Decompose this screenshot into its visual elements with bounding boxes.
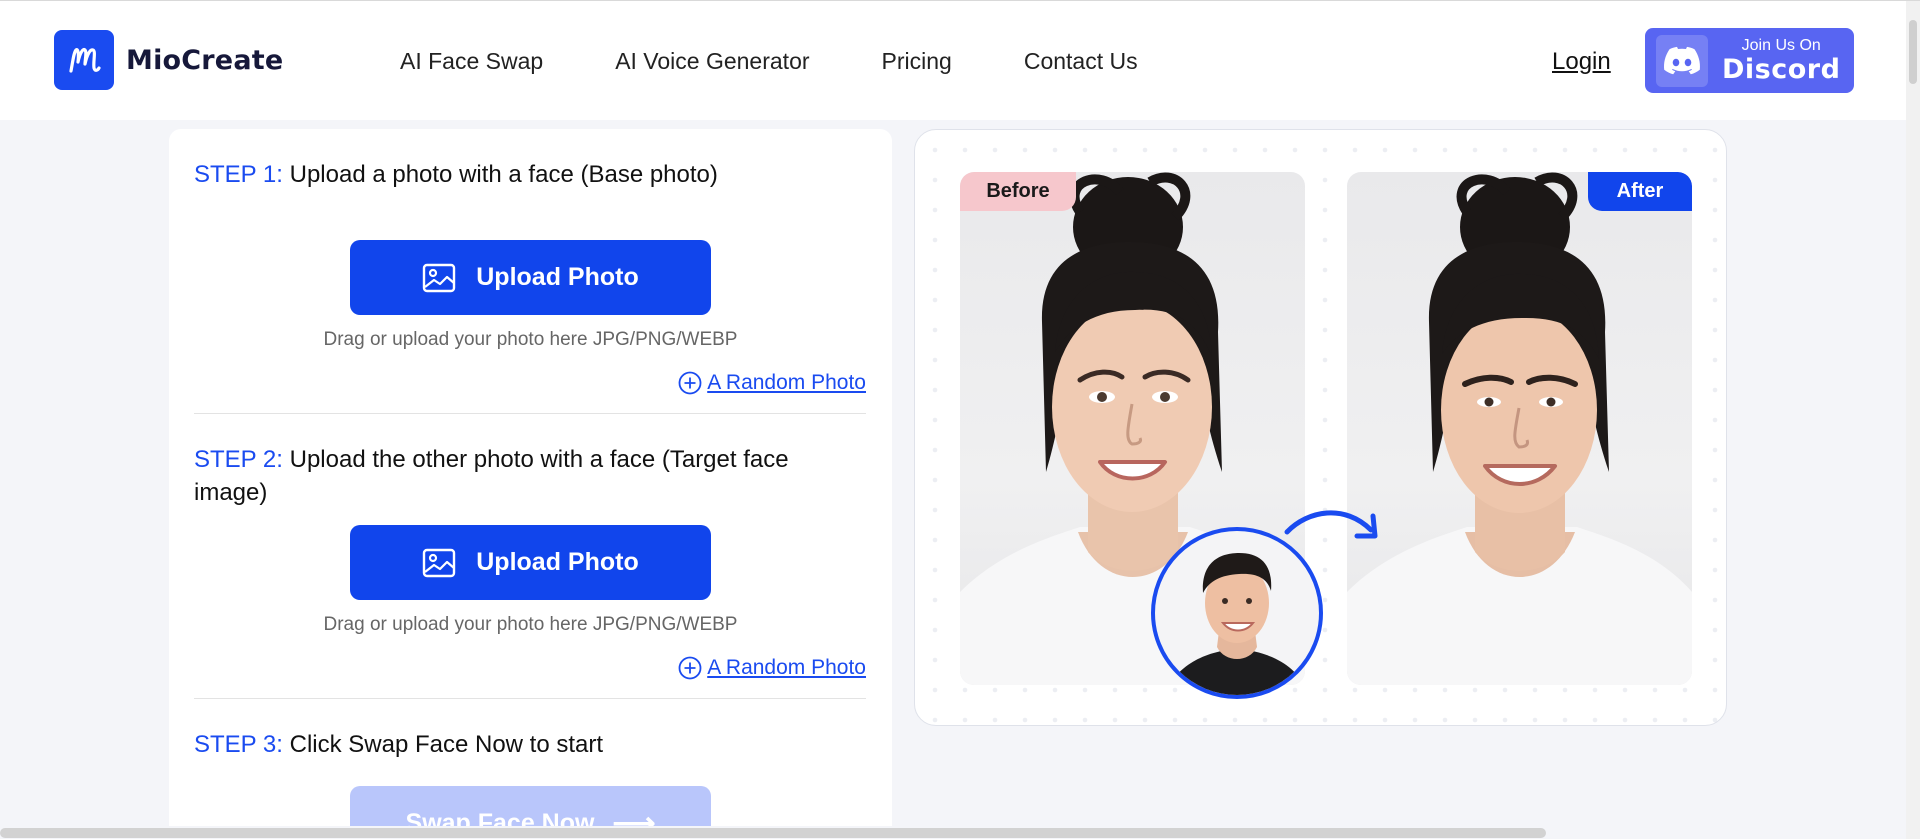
swapped-portrait-image: [1347, 172, 1692, 685]
image-icon: [422, 548, 456, 578]
step-2-number: STEP 2:: [194, 446, 283, 473]
before-tag: Before: [960, 172, 1076, 211]
plus-circle-icon: [678, 656, 702, 680]
nav-ai-voice-generator[interactable]: AI Voice Generator: [615, 48, 809, 75]
brand-logo[interactable]: MioCreate: [54, 30, 283, 90]
upload-hint: Drag or upload your photo here JPG/PNG/W…: [323, 614, 738, 635]
nav-ai-face-swap[interactable]: AI Face Swap: [400, 48, 543, 75]
brand-name: MioCreate: [126, 44, 284, 76]
upload-base-photo-button[interactable]: Upload Photo: [350, 240, 711, 315]
discord-button[interactable]: Join Us On Discord: [1645, 28, 1854, 93]
vertical-scrollbar[interactable]: [1906, 1, 1920, 839]
upload-button-label: Upload Photo: [476, 263, 639, 291]
main-nav: AI Face Swap AI Voice Generator Pricing …: [400, 48, 1210, 75]
site-header: MioCreate AI Face Swap AI Voice Generato…: [0, 1, 1906, 120]
preview-panel: Before After: [914, 129, 1727, 726]
discord-label-small: Join Us On: [1741, 37, 1821, 54]
upload-panel: STEP 1: Upload a photo with a face (Base…: [169, 129, 892, 839]
step-2-text: Upload the other photo with a face (Targ…: [194, 446, 789, 506]
random-photo-link[interactable]: A Random Photo: [678, 371, 866, 395]
plus-circle-icon: [678, 371, 702, 395]
step-1-heading: STEP 1: Upload a photo with a face (Base…: [194, 158, 866, 191]
after-tag: After: [1588, 172, 1692, 211]
random-photo-link[interactable]: A Random Photo: [678, 656, 866, 680]
target-face-image: [1151, 527, 1323, 699]
divider: [194, 413, 866, 414]
discord-label: Join Us On Discord: [1722, 37, 1841, 85]
step-1-number: STEP 1:: [194, 161, 283, 188]
upload-target-photo-button[interactable]: Upload Photo: [350, 525, 711, 600]
discord-label-big: Discord: [1722, 54, 1841, 85]
after-photo: After: [1347, 172, 1692, 685]
step-3-text: Click Swap Face Now to start: [282, 731, 604, 758]
step-3-number: STEP 3:: [194, 731, 283, 758]
nav-contact-us[interactable]: Contact Us: [1024, 48, 1138, 75]
miocreate-logo-icon: [54, 30, 114, 90]
random-photo-label: A Random Photo: [707, 656, 866, 679]
upload-hint: Drag or upload your photo here JPG/PNG/W…: [323, 329, 738, 350]
horizontal-scrollbar-thumb[interactable]: [0, 828, 1546, 838]
divider: [194, 698, 866, 699]
image-icon: [422, 263, 456, 293]
step-1-text: Upload a photo with a face (Base photo): [282, 161, 718, 188]
step-2-heading: STEP 2: Upload the other photo with a fa…: [194, 443, 866, 509]
discord-icon: [1656, 34, 1708, 87]
login-link[interactable]: Login: [1552, 48, 1611, 76]
nav-pricing[interactable]: Pricing: [882, 48, 952, 75]
upload-button-label: Upload Photo: [476, 548, 639, 576]
random-photo-label: A Random Photo: [707, 371, 866, 394]
vertical-scrollbar-thumb[interactable]: [1909, 20, 1917, 84]
step-3-heading: STEP 3: Click Swap Face Now to start: [194, 728, 866, 761]
